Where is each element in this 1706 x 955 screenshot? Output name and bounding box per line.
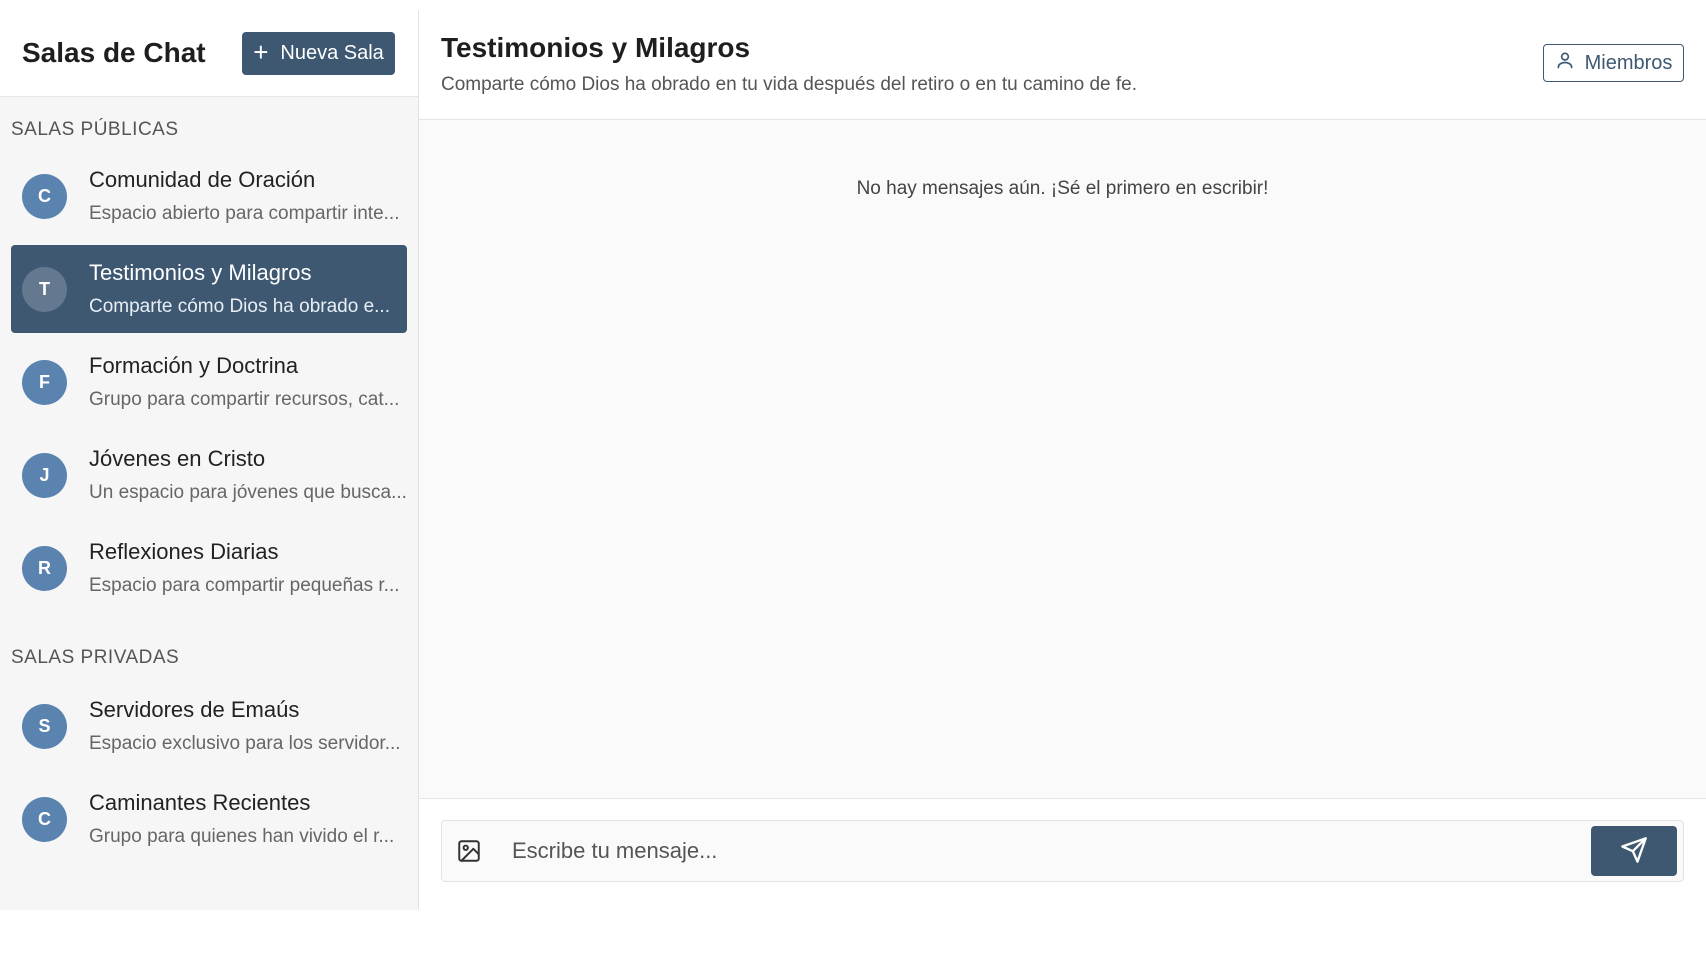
message-composer <box>441 820 1684 882</box>
chat-subtitle: Comparte cómo Dios ha obrado en tu vida … <box>441 74 1138 95</box>
plus-icon: + <box>253 37 269 67</box>
members-button[interactable]: Miembros <box>1543 44 1684 82</box>
room-description: Comparte cómo Dios ha obrado e... <box>89 296 390 317</box>
room-avatar: J <box>22 452 67 498</box>
room-item[interactable]: C Comunidad de Oración Espacio abierto p… <box>11 152 407 240</box>
room-item-active[interactable]: T Testimonios y Milagros Comparte cómo D… <box>11 245 407 333</box>
room-item[interactable]: F Formación y Doctrina Grupo para compar… <box>11 338 407 426</box>
room-item[interactable]: R Reflexiones Diarias Espacio para compa… <box>11 524 407 612</box>
image-icon[interactable] <box>454 836 484 866</box>
room-item[interactable]: J Jóvenes en Cristo Un espacio para jóve… <box>11 431 407 519</box>
room-name: Testimonios y Milagros <box>89 260 312 285</box>
chat-panel: Testimonios y Milagros Comparte cómo Dio… <box>419 10 1706 910</box>
message-input[interactable] <box>512 831 1591 871</box>
user-icon <box>1555 50 1575 76</box>
room-avatar: C <box>22 173 67 219</box>
room-name: Jóvenes en Cristo <box>89 446 266 471</box>
room-name: Servidores de Emaús <box>89 697 300 722</box>
room-item[interactable]: C Caminantes Recientes Grupo para quiene… <box>11 775 407 863</box>
new-room-button[interactable]: + Nueva Sala <box>242 31 395 75</box>
public-room-list: C Comunidad de Oración Espacio abierto p… <box>0 152 418 617</box>
chat-title: Testimonios y Milagros <box>441 32 751 63</box>
public-rooms-heading: SALAS PÚBLICAS <box>11 119 179 140</box>
members-label: Miembros <box>1584 51 1673 74</box>
top-strip <box>0 0 1706 10</box>
chat-header: Testimonios y Milagros Comparte cómo Dio… <box>419 10 1706 120</box>
send-icon <box>1620 836 1648 867</box>
empty-state-text: No hay mensajes aún. ¡Sé el primero en e… <box>856 178 1269 199</box>
room-description: Espacio exclusivo para los servidor... <box>89 733 401 754</box>
room-item[interactable]: S Servidores de Emaús Espacio exclusivo … <box>11 682 407 770</box>
room-name: Formación y Doctrina <box>89 353 299 378</box>
room-name: Reflexiones Diarias <box>89 539 279 564</box>
private-room-list: S Servidores de Emaús Espacio exclusivo … <box>0 682 418 868</box>
sidebar-header: Salas de Chat + Nueva Sala <box>0 10 418 97</box>
message-list: No hay mensajes aún. ¡Sé el primero en e… <box>419 120 1706 798</box>
room-avatar: T <box>22 266 67 312</box>
room-description: Espacio abierto para compartir inte... <box>89 203 400 224</box>
composer-bar <box>419 798 1706 910</box>
private-rooms-heading: SALAS PRIVADAS <box>11 647 180 668</box>
room-avatar: S <box>22 703 67 749</box>
room-description: Grupo para compartir recursos, cat... <box>89 389 400 410</box>
chat-app: Salas de Chat + Nueva Sala SALAS PÚBLICA… <box>0 10 1706 910</box>
room-name: Comunidad de Oración <box>89 167 316 192</box>
room-description: Un espacio para jóvenes que busca... <box>89 482 407 503</box>
sidebar: Salas de Chat + Nueva Sala SALAS PÚBLICA… <box>0 10 419 910</box>
new-room-label: Nueva Sala <box>280 41 384 64</box>
room-avatar: F <box>22 359 67 405</box>
room-name: Caminantes Recientes <box>89 790 311 815</box>
send-button[interactable] <box>1591 826 1677 876</box>
room-description: Grupo para quienes han vivido el r... <box>89 826 395 847</box>
room-description: Espacio para compartir pequeñas r... <box>89 575 400 596</box>
sidebar-title: Salas de Chat <box>22 37 206 68</box>
room-avatar: C <box>22 796 67 842</box>
room-avatar: R <box>22 545 67 591</box>
bottom-strip <box>0 910 1706 955</box>
